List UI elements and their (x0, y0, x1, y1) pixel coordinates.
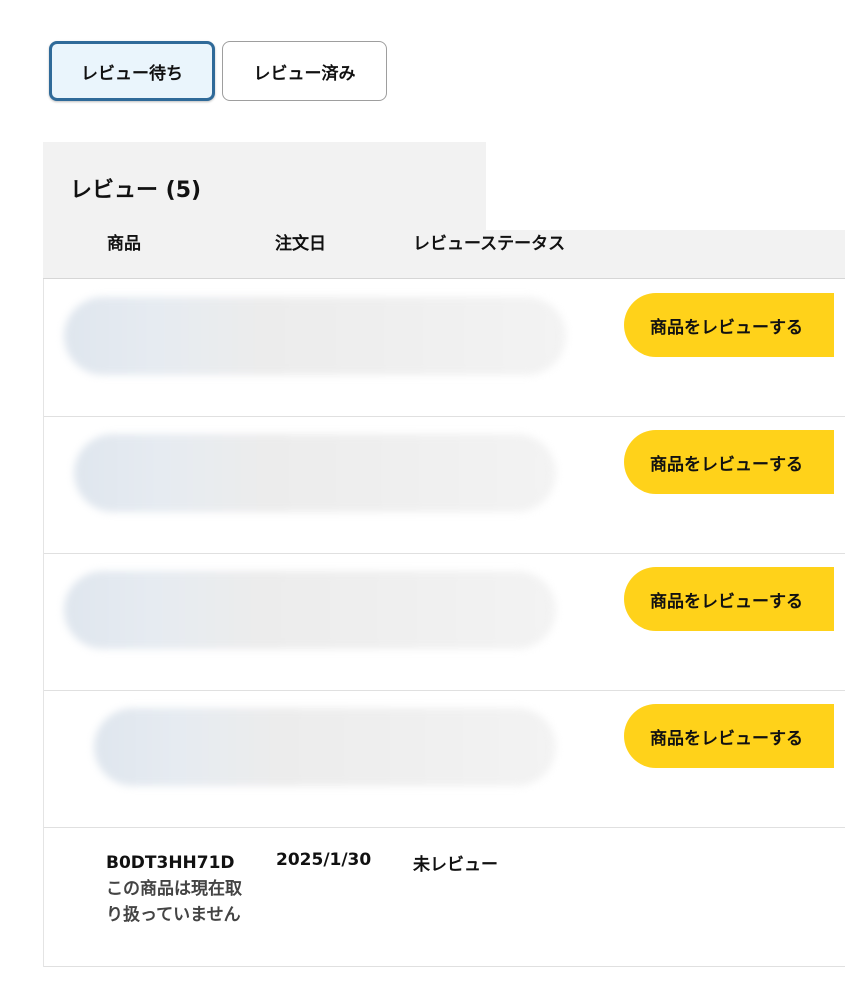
table-row: 商品をレビューする (44, 690, 845, 828)
table-row: B0DT3HH71D この商品は現在取り扱っていません 2025/1/30 未レ… (44, 828, 845, 967)
table-row: 商品をレビューする (44, 553, 845, 691)
product-unavailable-note: この商品は現在取り扱っていません (106, 879, 242, 925)
redacted-product-info (94, 708, 556, 786)
review-product-button[interactable]: 商品をレビューする (624, 293, 834, 357)
order-date: 2025/1/30 (276, 850, 372, 870)
review-product-button[interactable]: 商品をレビューする (624, 567, 834, 631)
review-table: 商品をレビューする 商品をレビューする 商品をレビューする 商品をレビューする … (43, 279, 845, 967)
table-row: 商品をレビューする (44, 279, 845, 417)
product-id[interactable]: B0DT3HH71D (106, 850, 246, 876)
table-row: 商品をレビューする (44, 416, 845, 554)
review-status: 未レビュー (413, 855, 498, 875)
review-product-button[interactable]: 商品をレビューする (624, 430, 834, 494)
redacted-product-info (74, 434, 556, 512)
column-header-review-status: レビューステータス (413, 234, 566, 254)
review-product-button[interactable]: 商品をレビューする (624, 704, 834, 768)
tab-pending-reviews[interactable]: レビュー待ち (49, 41, 215, 101)
review-count-title: レビュー (5) (70, 178, 202, 203)
column-header-order-date: 注文日 (275, 234, 326, 254)
product-cell: B0DT3HH71D この商品は現在取り扱っていません (106, 850, 246, 928)
review-section-header: レビュー (5) (43, 142, 486, 230)
table-header: 商品 注文日 レビューステータス (43, 230, 845, 279)
column-header-product: 商品 (107, 234, 141, 254)
tab-completed-reviews[interactable]: レビュー済み (222, 41, 387, 101)
redacted-product-info (64, 571, 556, 649)
redacted-product-info (64, 297, 566, 375)
